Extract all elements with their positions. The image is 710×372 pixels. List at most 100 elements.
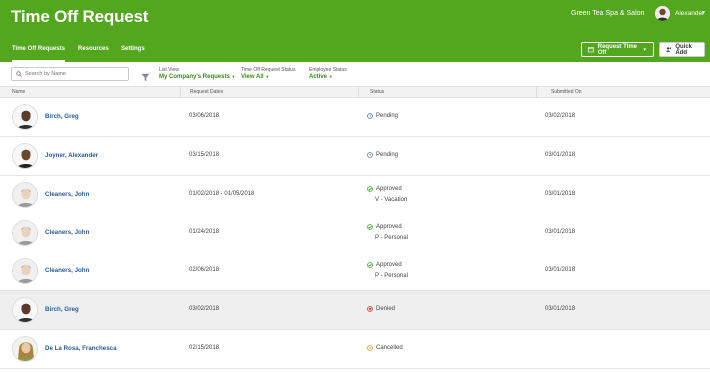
quick-add-label: Quick Add <box>675 43 693 56</box>
submitted-on: 03/01/2018 <box>545 191 576 197</box>
list-view-filter[interactable]: List View My Company's Requests ▼ <box>159 67 235 80</box>
table-header: Name Request Dates Status Submitted On <box>0 86 710 98</box>
status-text: Approved <box>376 186 402 192</box>
submitted-on: 03/01/2018 <box>545 152 576 158</box>
employee-status-label: Employee Status <box>309 67 347 73</box>
page-title: Time Off Request <box>11 7 149 26</box>
status-text: Approved <box>376 262 402 268</box>
chevron-down-icon: ▼ <box>265 74 270 79</box>
status-cancelled-icon <box>367 345 373 351</box>
request-dates: 02/15/2018 <box>189 345 220 351</box>
chevron-down-icon: ▼ <box>328 74 333 79</box>
employee-name-link[interactable]: De La Rosa, Franchesca <box>45 345 117 352</box>
request-dates: 01/24/2018 <box>189 229 220 235</box>
status-cell: Cancelled <box>367 345 403 351</box>
status-cell: Approved <box>367 262 402 268</box>
table-row[interactable]: Birch, Greg 03/06/2018 Pending 03/02/2018 <box>0 98 710 137</box>
request-dates: 01/02/2018 - 01/05/2018 <box>189 191 255 197</box>
status-text: Cancelled <box>376 345 403 351</box>
request-time-off-button[interactable]: Request Time Off ▼ <box>581 42 654 57</box>
chevron-down-icon: ▼ <box>642 47 647 52</box>
request-status-filter[interactable]: Time Off Request Status View All ▼ <box>241 67 295 80</box>
employee-avatar <box>12 297 38 323</box>
submitted-on: 03/01/2018 <box>545 306 576 312</box>
status-text: Denied <box>376 306 396 312</box>
list-view-value[interactable]: My Company's Requests ▼ <box>159 74 235 80</box>
submitted-on: 03/01/2018 <box>545 267 576 273</box>
app-header: Time Off Request Green Tea Spa & Salon A… <box>0 0 710 62</box>
status-approved-icon <box>367 186 373 192</box>
request-dates: 03/02/2018 <box>189 306 220 312</box>
submitted-on: 03/02/2018 <box>545 113 576 119</box>
employee-name-link[interactable]: Cleaners, John <box>45 191 89 198</box>
request-dates: 02/06/2018 <box>189 267 220 273</box>
status-approved-icon <box>367 262 373 268</box>
employee-name-link[interactable]: Cleaners, John <box>45 229 89 236</box>
tab-resources[interactable]: Resources <box>78 46 109 52</box>
search-input[interactable] <box>25 71 125 77</box>
status-text: Pending <box>376 152 399 158</box>
user-avatar[interactable] <box>655 6 670 21</box>
employee-status-value[interactable]: Active ▼ <box>309 74 347 80</box>
status-text: Pending <box>376 113 399 119</box>
column-header-submitted-on[interactable]: Submitted On <box>551 89 582 95</box>
filter-icon[interactable] <box>141 69 150 87</box>
table-row[interactable]: Cleaners, John 01/02/2018 - 01/05/2018 App… <box>0 176 710 215</box>
chevron-down-icon: ▼ <box>231 74 236 79</box>
column-header-name[interactable]: Name <box>12 89 25 95</box>
time-off-type: V - Vacation <box>375 197 408 203</box>
request-time-off-label: Request Time Off <box>597 43 637 56</box>
table-row[interactable]: De La Rosa, Franchesca 02/15/2018 Cancelle… <box>0 330 710 369</box>
table-row[interactable]: Joyner, Alexander 03/15/2018 Pending 03/01/… <box>0 137 710 176</box>
employee-name-link[interactable]: Birch, Greg <box>45 306 79 313</box>
calendar-icon <box>588 47 594 53</box>
status-approved-icon <box>367 224 373 230</box>
table-row[interactable]: Cleaners, John 02/06/2018 Approved P - Pers… <box>0 252 710 291</box>
employee-name-link[interactable]: Joyner, Alexander <box>45 152 98 159</box>
request-dates: 03/06/2018 <box>189 113 220 119</box>
column-header-request-dates[interactable]: Request Dates <box>190 89 223 95</box>
table-row[interactable]: Birch, Greg 03/02/2018 Denied 03/01/2018 <box>0 291 710 330</box>
user-menu-caret-icon[interactable]: ▼ <box>701 10 706 16</box>
employee-avatar <box>12 104 38 130</box>
quick-add-button[interactable]: Quick Add <box>659 42 705 57</box>
list-view-label: List View <box>159 67 179 73</box>
request-status-value-text: View All <box>241 74 264 80</box>
status-cell: Pending <box>367 113 398 119</box>
tab-time-off-requests[interactable]: Time Off Requests <box>12 46 65 62</box>
request-dates: 03/15/2018 <box>189 152 220 158</box>
list-view-value-text: My Company's Requests <box>159 74 230 80</box>
user-name[interactable]: Alexander <box>675 10 704 17</box>
request-status-label: Time Off Request Status <box>241 67 296 73</box>
employee-avatar <box>12 336 38 362</box>
table-row[interactable]: Cleaners, John 01/24/2018 Approved P - Pers… <box>0 214 710 253</box>
employee-status-value-text: Active <box>309 74 328 80</box>
time-off-type: P - Personal <box>375 273 408 279</box>
status-cell: Denied <box>367 306 395 312</box>
status-text: Approved <box>376 224 402 230</box>
user-avatar-icon <box>655 6 670 21</box>
column-divider <box>536 87 537 98</box>
column-divider <box>358 87 359 98</box>
employee-avatar <box>12 143 38 169</box>
request-status-value[interactable]: View All ▼ <box>241 74 295 80</box>
company-name[interactable]: Green Tea Spa & Salon <box>571 10 644 17</box>
column-header-status[interactable]: Status <box>370 89 384 95</box>
employee-name-link[interactable]: Birch, Greg <box>45 113 79 120</box>
employee-avatar <box>12 182 38 208</box>
add-user-icon <box>666 47 672 52</box>
time-off-type: P - Personal <box>375 235 408 241</box>
column-divider <box>180 87 181 98</box>
search-icon <box>16 71 22 77</box>
employee-avatar <box>12 220 38 246</box>
status-cell: Pending <box>367 152 398 158</box>
employee-status-filter[interactable]: Employee Status Active ▼ <box>309 67 347 80</box>
submitted-on: 03/01/2018 <box>545 229 576 235</box>
search-field[interactable] <box>11 67 129 81</box>
tab-settings[interactable]: Settings <box>121 46 145 52</box>
employee-name-link[interactable]: Cleaners, John <box>45 267 89 274</box>
status-cell: Approved <box>367 186 402 192</box>
status-pending-icon <box>367 152 373 158</box>
status-pending-icon <box>367 113 373 119</box>
status-denied-icon <box>367 306 373 312</box>
